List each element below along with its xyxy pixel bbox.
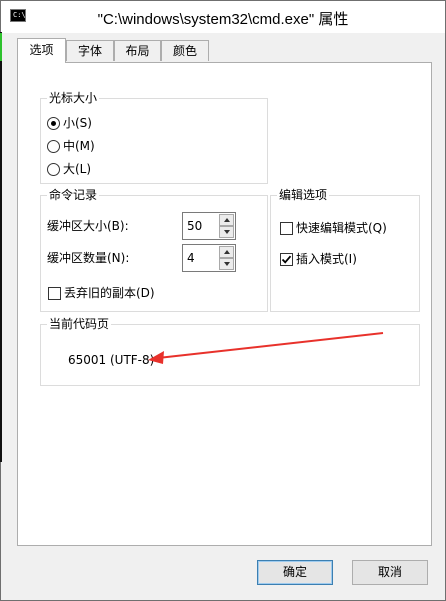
annotation-arrow-icon bbox=[148, 332, 384, 364]
